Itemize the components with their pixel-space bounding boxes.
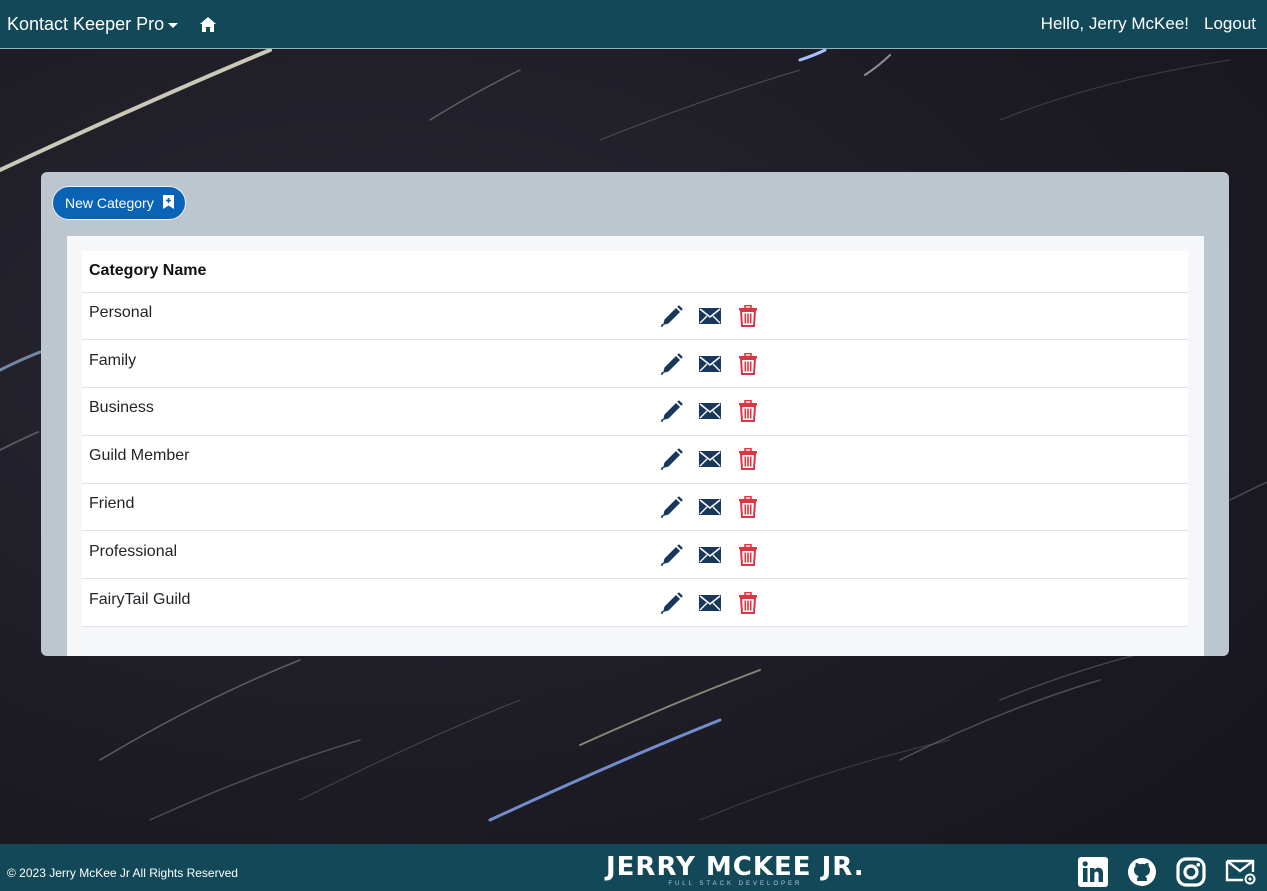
delete-trash-icon[interactable] <box>736 495 760 519</box>
edit-pencil-icon[interactable] <box>660 495 684 519</box>
navbar-left: Kontact Keeper Pro <box>7 13 217 35</box>
email-envelope-icon[interactable] <box>698 591 722 615</box>
new-category-label: New Category <box>65 195 154 211</box>
column-header-actions <box>648 251 1188 293</box>
delete-trash-icon[interactable] <box>736 304 760 328</box>
new-category-button[interactable]: New Category <box>52 186 186 220</box>
table-row: Family <box>82 339 1188 389</box>
row-actions <box>648 387 1188 436</box>
top-navbar: Kontact Keeper Pro Hello, Jerry McKee! L… <box>0 0 1267 49</box>
copyright-text: © 2023 Jerry McKee Jr All Rights Reserve… <box>7 865 238 880</box>
category-name-cell: Personal <box>82 292 648 341</box>
row-actions <box>648 292 1188 341</box>
social-links <box>1078 856 1257 887</box>
bookmark-plus-icon <box>162 194 174 212</box>
row-actions <box>648 530 1188 580</box>
delete-trash-icon[interactable] <box>736 447 760 471</box>
row-actions <box>648 578 1188 628</box>
navbar-right: Hello, Jerry McKee! Logout <box>1041 14 1256 34</box>
email-envelope-icon[interactable] <box>698 304 722 328</box>
table-row: Guild Member <box>82 435 1188 484</box>
github-icon[interactable] <box>1127 857 1157 887</box>
brand-dropdown[interactable]: Kontact Keeper Pro <box>7 13 179 35</box>
delete-trash-icon[interactable] <box>736 543 760 567</box>
email-envelope-icon[interactable] <box>698 447 722 471</box>
delete-trash-icon[interactable] <box>736 399 760 423</box>
row-actions <box>648 339 1188 389</box>
edit-pencil-icon[interactable] <box>660 447 684 471</box>
delete-trash-icon[interactable] <box>736 352 760 376</box>
home-icon[interactable] <box>200 16 217 32</box>
email-envelope-icon[interactable] <box>698 352 722 376</box>
footer-logo[interactable]: JERRY MCKEE JR. FULL STACK DEVELOPER <box>606 854 865 888</box>
email-envelope-icon[interactable] <box>698 495 722 519</box>
email-at-icon[interactable] <box>1225 858 1257 886</box>
category-name-cell: Professional <box>82 530 648 580</box>
logo-title: JERRY MCKEE JR. <box>606 852 865 882</box>
table-row: Business <box>82 387 1188 436</box>
edit-pencil-icon[interactable] <box>660 543 684 567</box>
table-row: Personal <box>82 292 1188 341</box>
email-envelope-icon[interactable] <box>698 399 722 423</box>
category-name-cell: Family <box>82 339 648 389</box>
category-name-cell: Friend <box>82 483 648 532</box>
table-header-row: Category Name <box>82 251 1188 293</box>
row-actions <box>648 483 1188 532</box>
logout-link[interactable]: Logout <box>1204 14 1256 34</box>
user-greeting: Hello, Jerry McKee! <box>1040 14 1189 33</box>
instagram-icon[interactable] <box>1176 856 1206 887</box>
email-envelope-icon[interactable] <box>698 543 722 567</box>
category-name-cell: FairyTail Guild <box>82 578 648 628</box>
brand-title: Kontact Keeper Pro <box>7 13 165 34</box>
category-name-cell: Guild Member <box>82 435 648 484</box>
categories-table: Category Name Personal Family Business Guil… <box>82 251 1188 628</box>
categories-card: New Category Category Name Personal Famil… <box>41 172 1229 656</box>
table-row: FairyTail Guild <box>82 578 1188 628</box>
edit-pencil-icon[interactable] <box>660 399 684 423</box>
caret-down-icon <box>168 22 179 28</box>
row-actions <box>648 435 1188 484</box>
table-row: Professional <box>82 530 1188 580</box>
table-container: Category Name Personal Family Business Guil… <box>67 236 1204 656</box>
edit-pencil-icon[interactable] <box>660 591 684 615</box>
category-name-cell: Business <box>82 387 648 436</box>
footer: © 2023 Jerry McKee Jr All Rights Reserve… <box>0 844 1267 891</box>
linkedin-icon[interactable] <box>1078 856 1108 887</box>
column-header-category-name: Category Name <box>82 251 648 293</box>
delete-trash-icon[interactable] <box>736 591 760 615</box>
edit-pencil-icon[interactable] <box>660 352 684 376</box>
edit-pencil-icon[interactable] <box>660 304 684 328</box>
table-row: Friend <box>82 483 1188 532</box>
